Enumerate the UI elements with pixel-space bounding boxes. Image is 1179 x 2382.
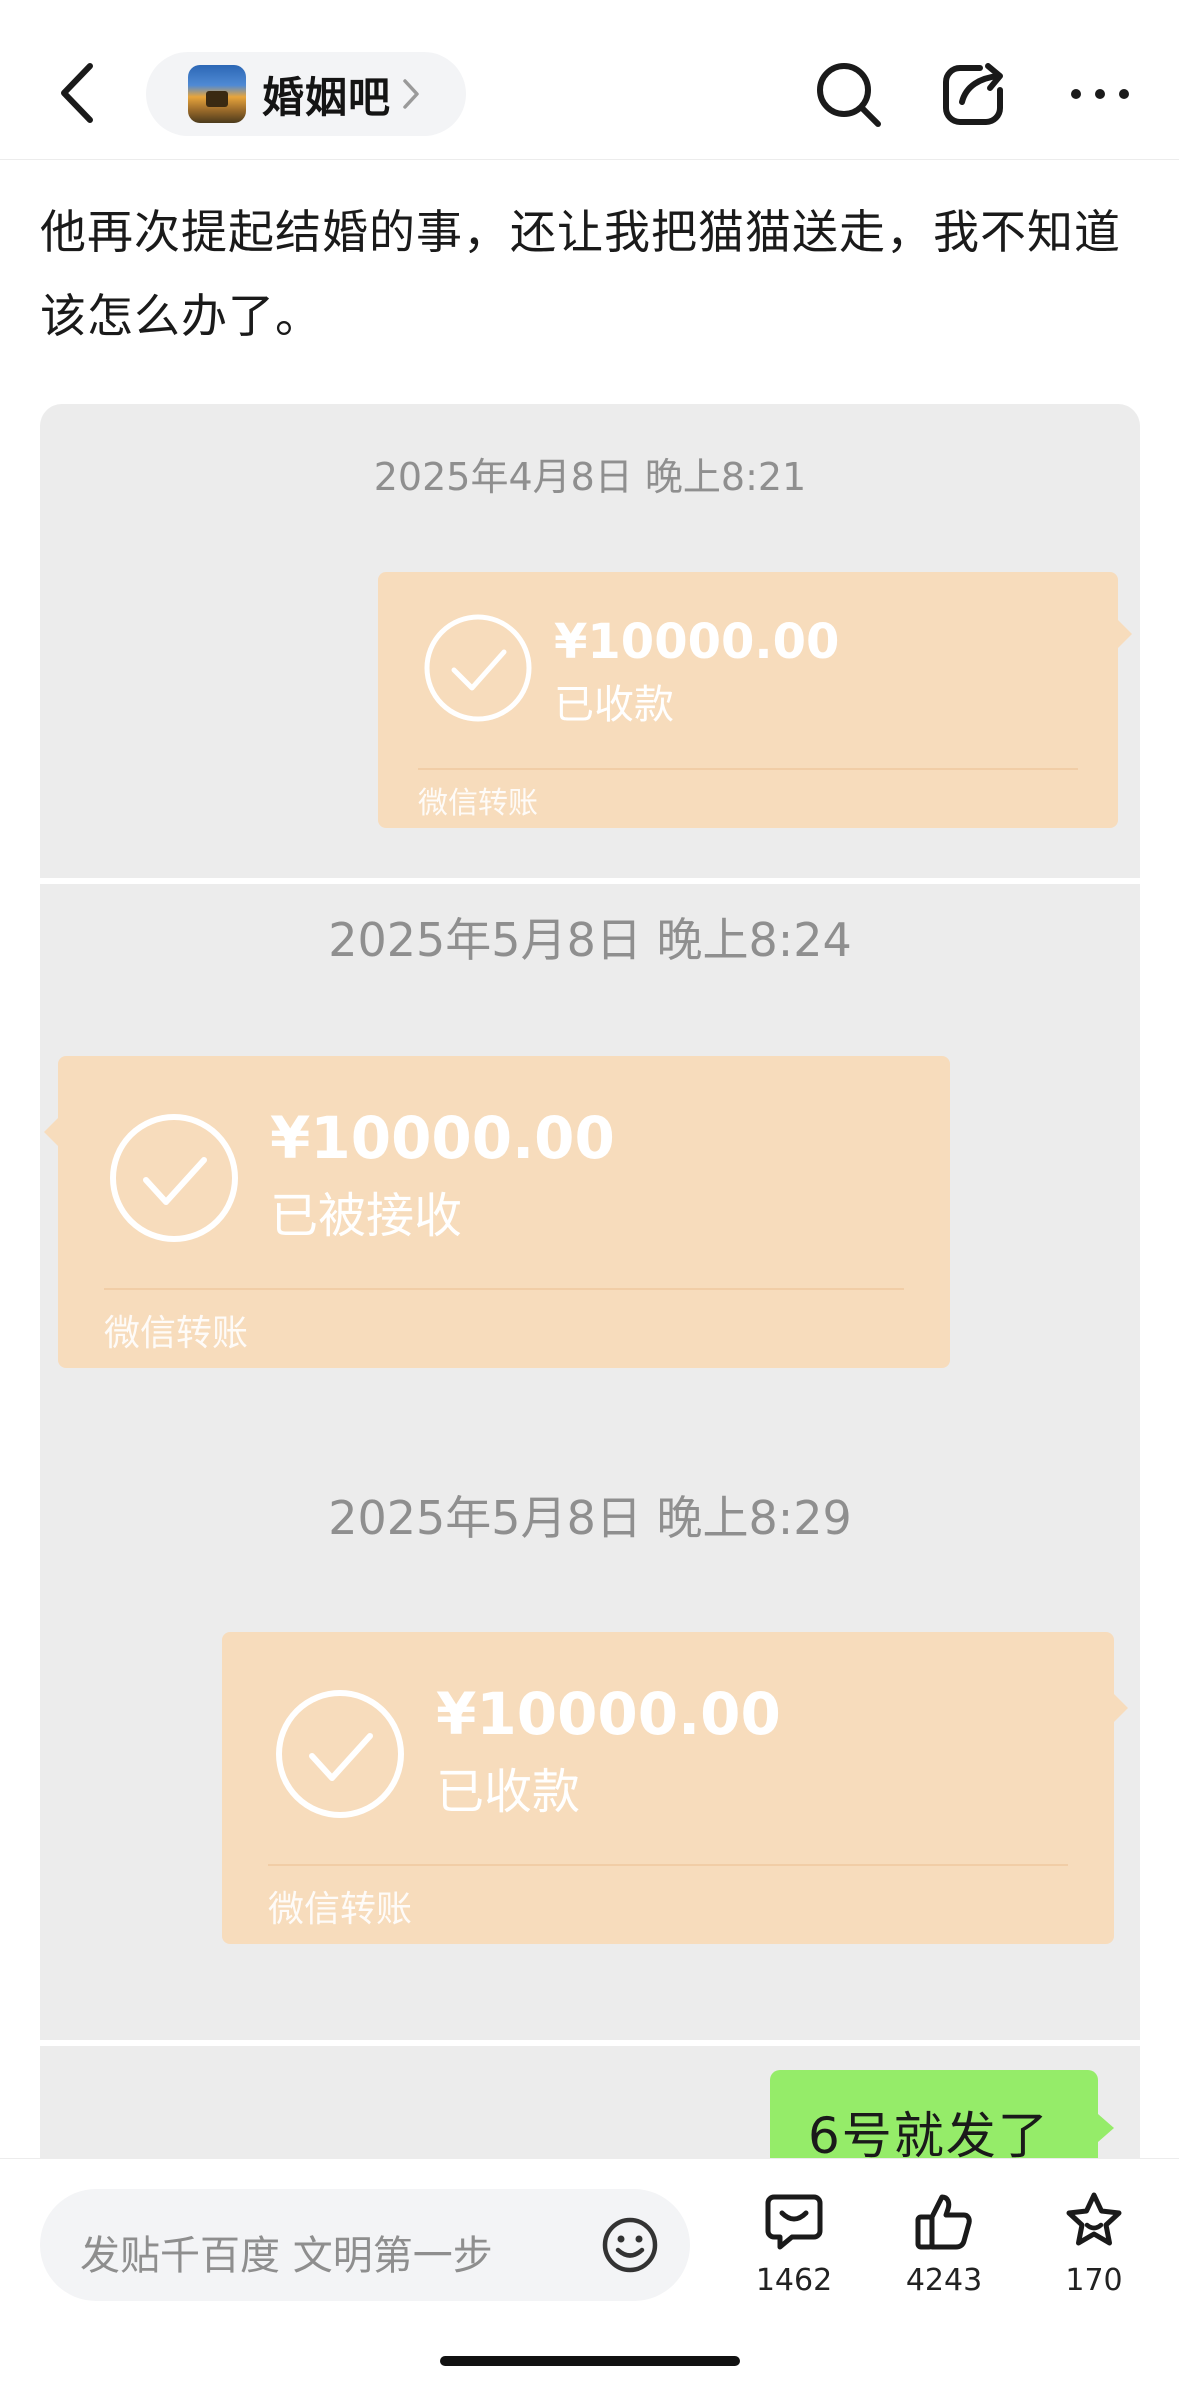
comment-button[interactable]: 1462 bbox=[734, 2189, 854, 2298]
forum-name: 婚姻吧 bbox=[262, 72, 392, 122]
reply-input[interactable]: 发贴千百度 文明第一步 bbox=[40, 2189, 690, 2301]
share-icon[interactable] bbox=[938, 58, 1010, 130]
chat-timestamp: 2025年4月8日 晚上8:21 bbox=[373, 455, 807, 499]
chevron-right-icon bbox=[403, 79, 419, 109]
transfer-status: 已收款 bbox=[554, 682, 674, 728]
transfer-amount: ¥10000.00 bbox=[554, 614, 840, 670]
reply-placeholder: 发贴千百度 文明第一步 bbox=[80, 2233, 493, 2279]
search-icon[interactable] bbox=[812, 58, 884, 130]
chat-timestamp: 2025年5月8日 晚上8:24 bbox=[328, 913, 852, 967]
transfer-brand-label: 微信转账 bbox=[418, 786, 538, 821]
comment-icon bbox=[765, 2194, 823, 2250]
comment-count: 1462 bbox=[755, 2263, 833, 2298]
more-icon[interactable] bbox=[1064, 58, 1136, 130]
home-indicator bbox=[440, 2356, 740, 2366]
top-nav-bar: 婚姻吧 bbox=[0, 0, 1179, 160]
post-detail-page: 婚姻吧 他再次提起结婚的事，还让我把猫猫送走，我不知道该怎么办了。 2025年4… bbox=[0, 0, 1179, 2382]
emoji-icon[interactable] bbox=[600, 2215, 660, 2275]
transfer-status: 已收款 bbox=[436, 1764, 581, 1820]
forum-entry-button[interactable]: 婚姻吧 bbox=[146, 52, 466, 136]
back-icon[interactable] bbox=[52, 58, 102, 128]
post-image-chat-screenshot[interactable]: 2025年4月8日 晚上8:21 ¥10000.00 已收款 微信转账 2025… bbox=[40, 404, 1140, 2304]
bottom-action-bar: 发贴千百度 文明第一步 1462 4243 170 bbox=[0, 2158, 1179, 2382]
favorite-button[interactable]: 170 bbox=[1034, 2189, 1154, 2298]
star-icon bbox=[1066, 2192, 1122, 2246]
forum-avatar bbox=[188, 65, 246, 123]
like-button[interactable]: 4243 bbox=[884, 2189, 1004, 2298]
post-content-text: 他再次提起结婚的事，还让我把猫猫送走，我不知道该怎么办了。 bbox=[40, 205, 1121, 343]
transfer-status: 已被接收 bbox=[270, 1188, 463, 1244]
check-circle-icon bbox=[110, 1114, 238, 1242]
image-seam bbox=[40, 878, 1140, 884]
image-seam bbox=[40, 2040, 1140, 2046]
like-icon bbox=[915, 2194, 972, 2250]
chat-timestamp: 2025年5月8日 晚上8:29 bbox=[328, 1491, 852, 1545]
favorite-count: 170 bbox=[1065, 2263, 1123, 2298]
transfer-card: ¥10000.00 已被接收 微信转账 bbox=[44, 1056, 950, 1368]
transfer-card: ¥10000.00 已收款 微信转账 bbox=[222, 1632, 1128, 1944]
like-count: 4243 bbox=[905, 2263, 983, 2298]
transfer-card: ¥10000.00 已收款 微信转账 bbox=[378, 572, 1132, 828]
check-circle-icon bbox=[424, 614, 532, 722]
transfer-brand-label: 微信转账 bbox=[268, 1889, 413, 1930]
transfer-brand-label: 微信转账 bbox=[104, 1313, 249, 1354]
check-circle-icon bbox=[276, 1690, 404, 1818]
transfer-amount: ¥10000.00 bbox=[436, 1680, 781, 1748]
transfer-amount: ¥10000.00 bbox=[270, 1104, 615, 1172]
